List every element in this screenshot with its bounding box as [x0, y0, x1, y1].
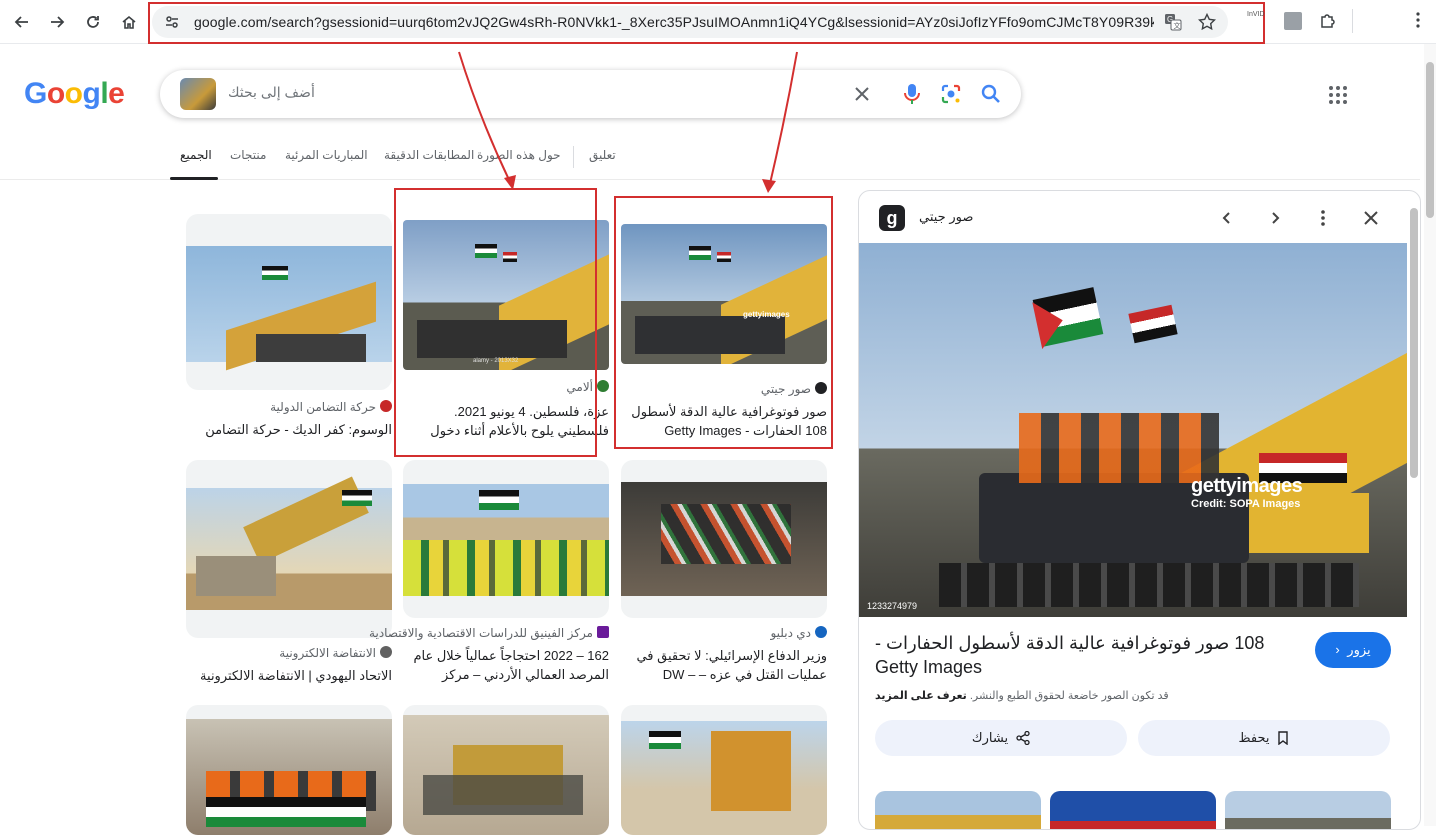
source-logo[interactable]: g: [879, 205, 905, 231]
result-card[interactable]: [186, 705, 392, 835]
panel-source-name[interactable]: صور جيتي: [919, 209, 973, 225]
close-icon[interactable]: [1357, 204, 1385, 232]
result-card[interactable]: مركز الفينيق للدراسات الاقتصادية والاقتص…: [369, 460, 609, 690]
result-highlight-box: [614, 196, 833, 449]
result-title[interactable]: وزير الدفاع الإسرائيلي: لا تحقيق في عملي…: [621, 646, 827, 686]
result-image[interactable]: [186, 214, 392, 390]
result-image[interactable]: [621, 705, 827, 835]
learn-more-link[interactable]: تعرف على المزيد: [875, 690, 967, 702]
result-image[interactable]: [403, 705, 609, 835]
result-title[interactable]: الاتحاد اليهودي | الانتفاضة الالكترونية: [186, 666, 392, 686]
related-image-thumbnail[interactable]: [875, 791, 1041, 829]
result-source[interactable]: الانتفاضة الالكترونية: [279, 646, 392, 660]
page-scrollbar-thumb[interactable]: [1426, 62, 1434, 218]
related-image-thumbnail[interactable]: [1225, 791, 1391, 829]
panel-scrollbar-thumb[interactable]: [1410, 208, 1418, 478]
result-title[interactable]: 162 – 2022 احتجاجاً عمالياً خلال عام الم…: [403, 646, 609, 686]
image-detail-panel: g صور جيتي gettyimages Credit: SOPA Imag…: [858, 190, 1421, 830]
copyright-note: قد تكون الصور خاضعة لحقوق الطبع والنشر. …: [875, 689, 1169, 702]
source-favicon: [815, 626, 827, 638]
result-highlight-box: [394, 188, 597, 457]
panel-title[interactable]: 108 صور فوتوغرافية عالية الدقة لأسطول ال…: [875, 631, 1295, 679]
getty-watermark: gettyimages: [1191, 475, 1303, 497]
next-icon[interactable]: [1261, 204, 1289, 232]
save-button[interactable]: يحفظ: [1138, 720, 1390, 756]
source-favicon: [597, 626, 609, 638]
result-image[interactable]: [403, 460, 609, 618]
image-id: 1233274979: [867, 601, 918, 611]
result-title[interactable]: الوسوم: كفر الديك - حركة التضامن الدولية: [186, 420, 392, 440]
result-image[interactable]: [621, 460, 827, 618]
source-favicon: [597, 380, 609, 392]
share-label: يشارك: [971, 730, 1009, 745]
share-button[interactable]: يشارك: [875, 720, 1127, 756]
result-card[interactable]: دي دبليو وزير الدفاع الإسرائيلي: لا تحقي…: [621, 460, 827, 690]
related-image-thumbnail[interactable]: [1050, 791, 1216, 829]
page-scrollbar[interactable]: [1424, 44, 1436, 826]
result-source[interactable]: حركة التضامن الدولية: [270, 400, 392, 414]
save-label: يحفظ: [1238, 730, 1270, 745]
visit-button[interactable]: يزور ‹: [1315, 632, 1391, 668]
result-card[interactable]: [621, 705, 827, 835]
result-card[interactable]: [403, 705, 609, 835]
image-credit: Credit: SOPA Images: [1191, 498, 1301, 510]
result-image[interactable]: [186, 460, 392, 638]
panel-scrollbar[interactable]: [1408, 190, 1420, 826]
share-icon: [1016, 731, 1030, 745]
previous-icon[interactable]: [1213, 204, 1241, 232]
result-card[interactable]: الانتفاضة الالكترونية الاتحاد اليهودي | …: [186, 460, 392, 690]
panel-main-image[interactable]: gettyimages Credit: SOPA Images 12332749…: [859, 243, 1407, 617]
source-favicon: [380, 400, 392, 412]
source-favicon: [380, 646, 392, 658]
more-options-icon[interactable]: [1309, 204, 1337, 232]
result-card[interactable]: حركة التضامن الدولية الوسوم: كفر الديك -…: [186, 214, 392, 444]
visit-button-label: يزور: [1347, 642, 1371, 657]
result-image[interactable]: [186, 705, 392, 835]
result-source[interactable]: دي دبليو: [770, 626, 827, 640]
annotation-arrows: [458, 51, 798, 193]
result-source[interactable]: مركز الفينيق للدراسات الاقتصادية والاقتص…: [369, 626, 609, 640]
bookmark-icon: [1278, 731, 1289, 745]
chevron-left-icon: ‹: [1335, 642, 1340, 657]
copyright-text: قد تكون الصور خاضعة لحقوق الطبع والنشر.: [969, 690, 1169, 702]
